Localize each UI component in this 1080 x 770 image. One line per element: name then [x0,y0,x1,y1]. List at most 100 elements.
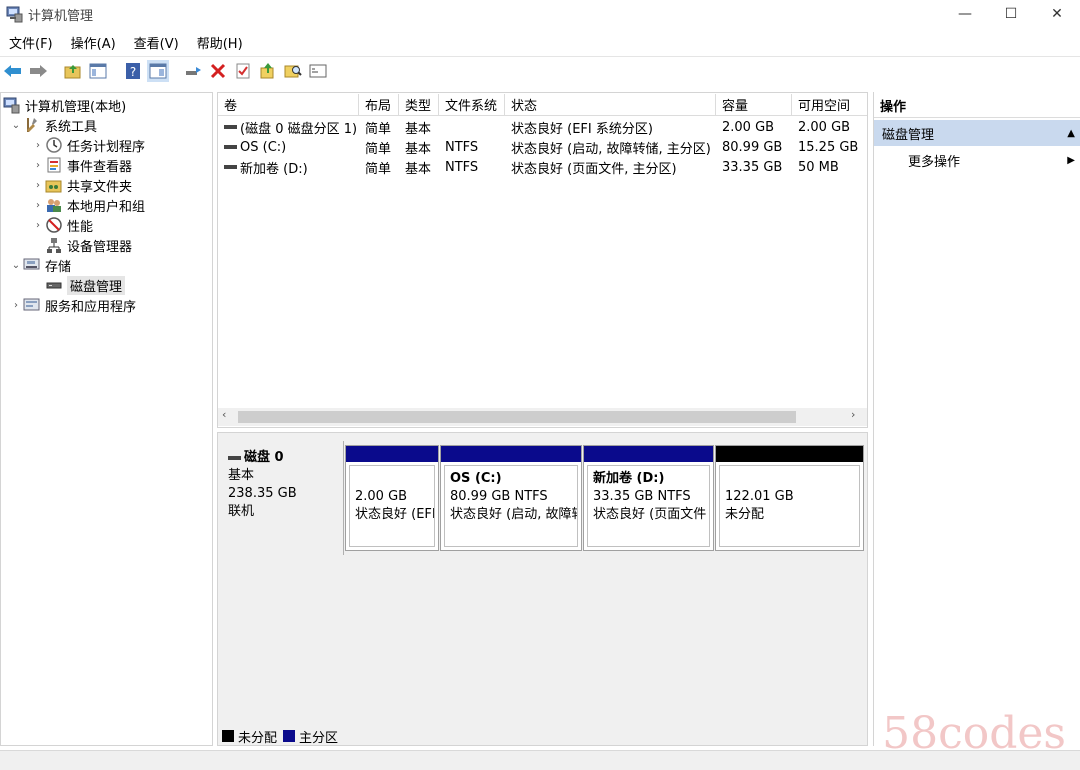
partition-title: OS (C:) [450,471,502,486]
horizontal-scrollbar[interactable]: ‹ › [218,408,867,426]
volume-icon [224,165,237,169]
tree-item-root[interactable]: 计算机管理(本地) [3,95,126,115]
partition-new-volume-d[interactable]: 新加卷 (D:) 33.35 GB NTFS 状态良好 (页面文件 [583,445,714,551]
console-icon[interactable] [307,60,329,82]
partition-status: 未分配 [725,507,765,522]
tree-item-services-apps[interactable]: › 服务和应用程序 [9,295,136,315]
tree-item-event-viewer[interactable]: › 事件查看器 [31,155,132,175]
tree-item-local-users[interactable]: › 本地用户和组 [31,195,145,215]
chevron-right-icon[interactable]: › [31,180,45,191]
delete-icon[interactable] [207,60,229,82]
chevron-right-icon[interactable]: › [31,200,45,211]
partition-body: 2.00 GB 状态良好 (EFI [349,465,435,547]
export-icon[interactable] [257,60,279,82]
layout-cell: 简单 [365,161,392,177]
tree-item-shared-folders[interactable]: › 共享文件夹 [31,175,132,195]
volume-name: 新加卷 (D:) [240,161,308,177]
partition-os-c[interactable]: OS (C:) 80.99 GB NTFS 状态良好 (启动, 故障转 [440,445,582,551]
partition-body: OS (C:) 80.99 GB NTFS 状态良好 (启动, 故障转 [444,465,578,547]
primary-swatch [283,730,296,742]
menu-file[interactable]: 文件(F) [9,33,53,52]
partition-body: 新加卷 (D:) 33.35 GB NTFS 状态良好 (页面文件 [587,465,710,547]
column-header-free-space[interactable]: 可用空间 [792,94,867,116]
capacity-cell: 33.35 GB [722,159,783,175]
column-header-capacity[interactable]: 容量 [716,94,792,116]
partition-size: 122.01 GB [725,489,794,504]
scrollbar-thumb[interactable] [238,411,796,423]
type-cell: 基本 [405,121,432,137]
event-log-icon [45,156,63,174]
forward-arrow-icon[interactable] [27,60,49,82]
column-header-type[interactable]: 类型 [399,94,439,116]
partition-status: 状态良好 (页面文件 [593,507,707,522]
tree-label: 任务计划程序 [67,139,146,155]
type-cell: 基本 [405,161,432,177]
volume-list: 卷 布局 类型 文件系统 状态 容量 可用空间 (磁盘 0 磁盘分区 1) 简单… [217,92,868,428]
column-header-volume[interactable]: 卷 [218,94,359,116]
connect-drive-icon[interactable] [182,60,204,82]
volume-icon [224,145,237,149]
show-hide-tree-icon[interactable] [87,60,109,82]
chevron-right-icon[interactable]: › [31,220,45,231]
volume-icon [224,125,237,129]
search-folder-icon[interactable] [282,60,304,82]
tree-item-performance[interactable]: › 性能 [31,215,93,235]
tree-item-system-tools[interactable]: ⌄ 系统工具 [9,115,97,135]
more-actions-item[interactable]: 更多操作 ▶ [874,148,1080,172]
volume-name: OS (C:) [240,139,287,155]
tree-item-device-manager[interactable]: 设备管理器 [45,235,132,255]
back-arrow-icon[interactable] [2,60,24,82]
chevron-right-icon[interactable]: › [31,140,45,151]
menu-action[interactable]: 操作(A) [71,33,116,52]
menu-help[interactable]: 帮助(H) [197,33,243,52]
chevron-right-icon[interactable]: › [9,300,23,311]
unallocated-swatch [222,730,234,742]
unallocated-bar [716,446,863,462]
type-cell: 基本 [405,141,432,157]
actions-section-disk-management[interactable]: 磁盘管理 ▲ [874,120,1080,146]
more-actions-label: 更多操作 [908,154,961,170]
partition-status: 状态良好 (启动, 故障转 [450,507,578,522]
watermark: 58codes [882,708,1066,759]
scroll-left-icon[interactable]: ‹ [222,408,236,426]
check-disk-icon[interactable] [232,60,254,82]
toolbar: ? [0,56,1080,84]
chevron-down-icon[interactable]: ⌄ [9,120,23,131]
disk-icon [45,276,63,294]
partition-unallocated[interactable]: 122.01 GB 未分配 [715,445,864,551]
status-cell: 状态良好 (启动, 故障转储, 主分区) [511,141,711,157]
minimize-button[interactable]: — [942,0,988,28]
collapse-icon[interactable]: ▲ [1067,128,1075,139]
column-header-filesystem[interactable]: 文件系统 [439,94,505,116]
chevron-right-icon[interactable]: › [31,160,45,171]
tree-item-disk-management[interactable]: 磁盘管理 [45,275,126,295]
partition-efi[interactable]: 2.00 GB 状态良好 (EFI [345,445,439,551]
column-header-layout[interactable]: 布局 [359,94,399,116]
tree-label: 本地用户和组 [67,199,146,215]
partition-body: 122.01 GB 未分配 [719,465,860,547]
partition-title [355,470,434,488]
layout-cell: 简单 [365,121,392,137]
properties-pane-icon[interactable] [147,59,169,82]
up-folder-icon[interactable] [62,60,84,82]
volume-cell: (磁盘 0 磁盘分区 1) [218,117,357,137]
scroll-right-icon[interactable]: › [851,408,865,426]
filesystem-cell [439,117,445,137]
tree-label: 设备管理器 [67,239,133,255]
menu-view[interactable]: 查看(V) [134,33,179,52]
partition-title: 新加卷 (D:) [593,471,665,486]
tree-item-task-scheduler[interactable]: › 任务计划程序 [31,135,145,155]
disk-info[interactable]: 磁盘 0 基本 238.35 GB 联机 [220,441,344,555]
column-header-status[interactable]: 状态 [505,94,716,116]
close-button[interactable]: ✕ [1034,0,1080,28]
chevron-down-icon[interactable]: ⌄ [9,260,23,271]
maximize-button[interactable]: ☐ [988,0,1034,28]
performance-icon [45,216,63,234]
legend: 未分配 主分区 [222,727,339,746]
tree-item-storage[interactable]: ⌄ 存储 [9,255,71,275]
shared-folder-icon [45,176,63,194]
legend-primary: 主分区 [299,730,339,746]
tree-label: 磁盘管理 [67,275,126,295]
help-icon[interactable]: ? [122,60,144,82]
tree-label: 存储 [45,259,72,275]
